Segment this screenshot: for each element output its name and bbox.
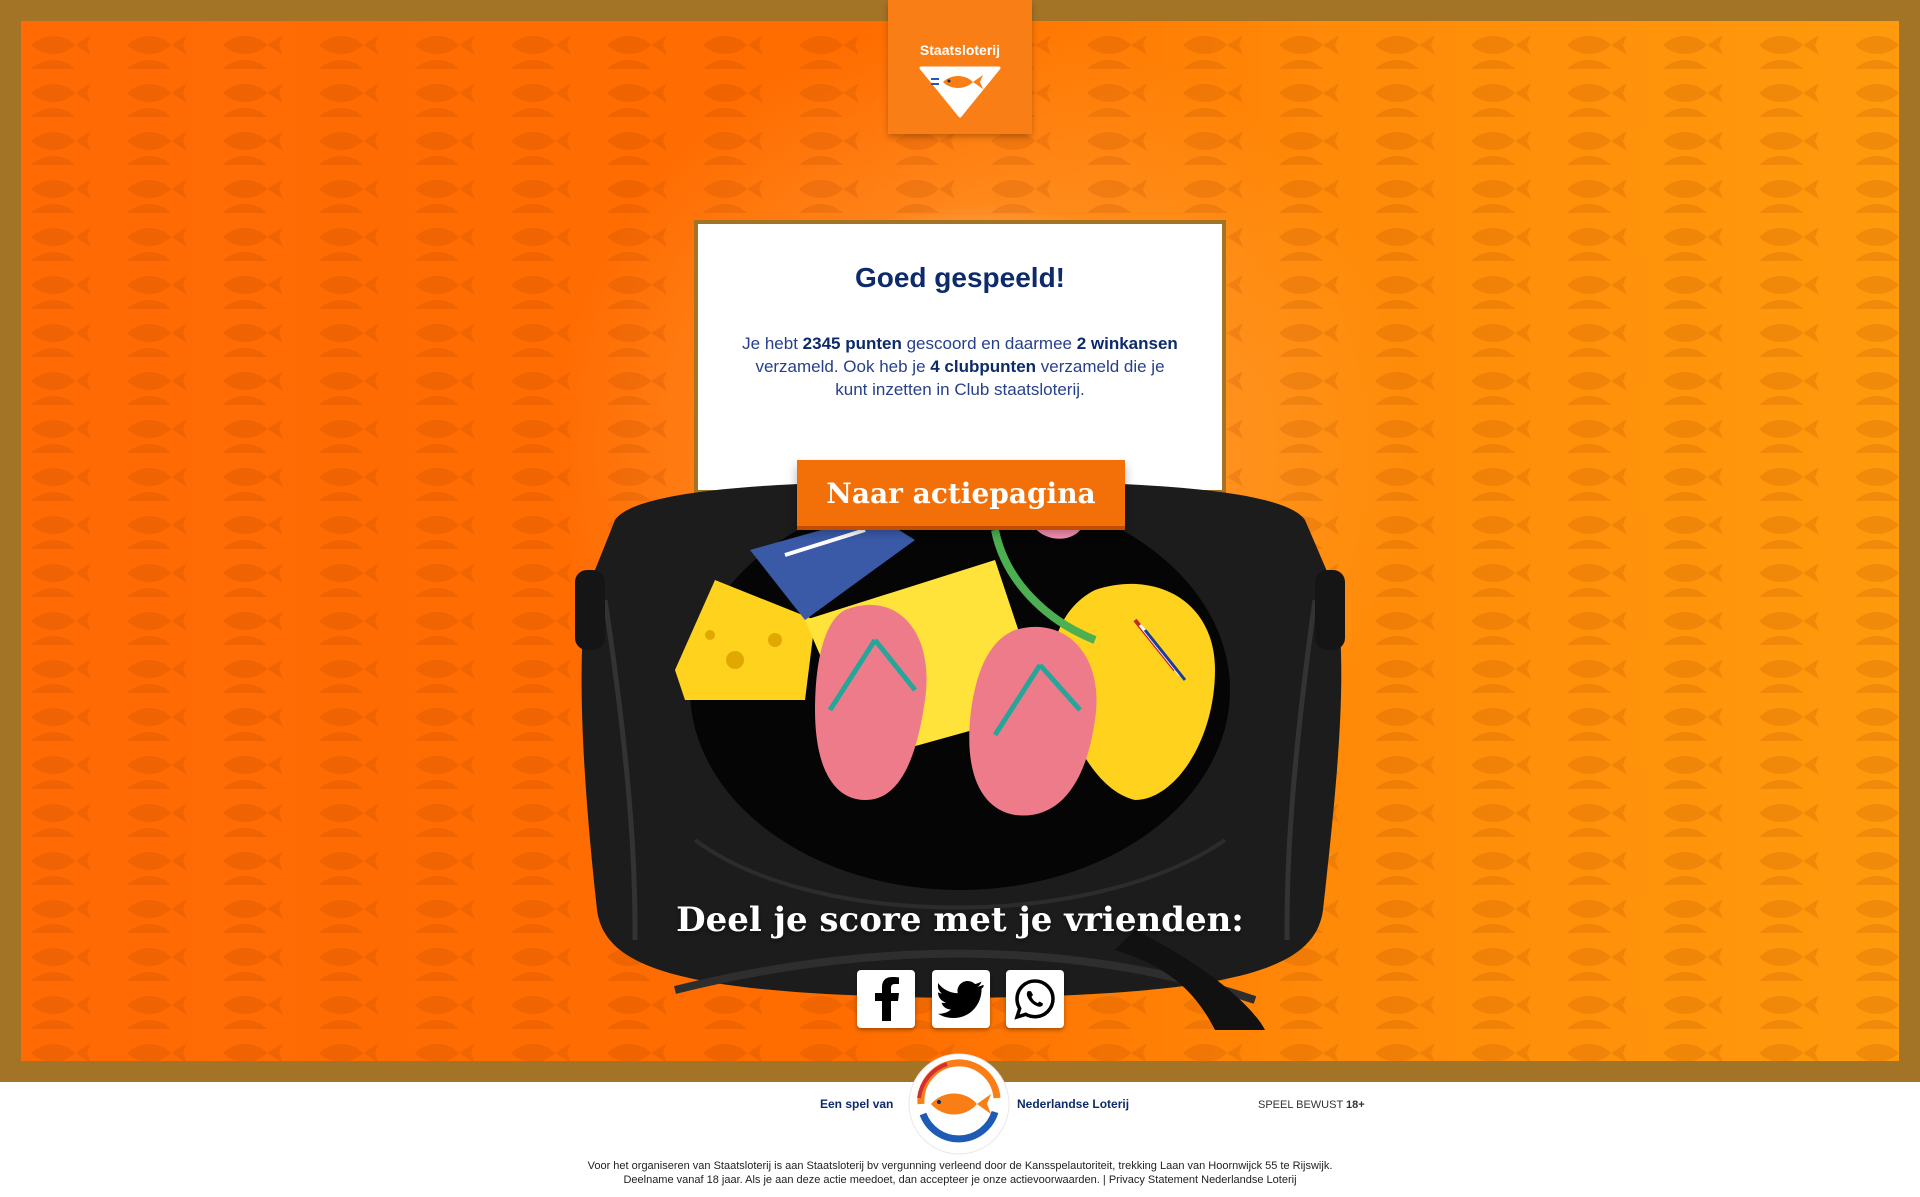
footer-right-label: Nederlandse Loterij — [1017, 1097, 1130, 1111]
brand-name: Staatsloterij — [919, 42, 1001, 58]
clubpoints-value: 4 clubpunten — [930, 357, 1037, 376]
points-value: 2345 punten — [802, 334, 902, 353]
legal-line-text: Deelname vanaf 18 jaar. Als je aan deze … — [623, 1174, 1010, 1186]
whatsapp-icon — [1014, 979, 1055, 1020]
footer-left-label: Een spel van — [820, 1097, 894, 1111]
fish-shield-icon — [919, 66, 1001, 118]
legal-line: Deelname vanaf 18 jaar. Als je aan deze … — [0, 1173, 1920, 1187]
action-page-button[interactable]: Naar actiepagina — [797, 460, 1125, 526]
result-text-part: gescoord en daarmee — [901, 334, 1077, 353]
terms-link[interactable]: actievoorwaarden — [1010, 1174, 1097, 1186]
nederlandse-loterij-logo[interactable] — [907, 1052, 1011, 1156]
age-limit: 18+ — [1346, 1099, 1365, 1111]
speel-text: SPEEL BEWUST — [1258, 1099, 1347, 1111]
legal-text: Voor het organiseren van Staatsloterij i… — [0, 1159, 1920, 1187]
twitter-icon — [938, 981, 984, 1018]
legal-line: Voor het organiseren van Staatsloterij i… — [587, 1160, 1333, 1172]
result-text-part: Je hebt — [742, 334, 803, 353]
result-card: Goed gespeeld! Je hebt 2345 punten gesco… — [694, 220, 1226, 494]
staatsloterij-logo[interactable]: Staatsloterij — [888, 0, 1032, 134]
facebook-share-button[interactable] — [857, 970, 915, 1028]
result-text-part: verzameld. Ook heb je — [755, 357, 931, 376]
speel-bewust-notice: SPEEL BEWUST 18+ — [1258, 1099, 1365, 1111]
chances-value: 2 winkansen — [1076, 334, 1178, 353]
travel-bag-illustration — [575, 481, 1345, 1030]
share-title: Deel je score met je vrienden: — [676, 900, 1244, 940]
facebook-icon — [875, 977, 899, 1021]
whatsapp-share-button[interactable] — [1006, 970, 1064, 1028]
privacy-link[interactable]: Privacy Statement Nederlandse Loterij — [1109, 1174, 1297, 1186]
result-text: Je hebt 2345 punten gescoord en daarmee … — [742, 332, 1178, 401]
result-title: Goed gespeeld! — [854, 262, 1066, 293]
twitter-share-button[interactable] — [932, 970, 990, 1028]
legal-separator: . | — [1096, 1174, 1109, 1186]
